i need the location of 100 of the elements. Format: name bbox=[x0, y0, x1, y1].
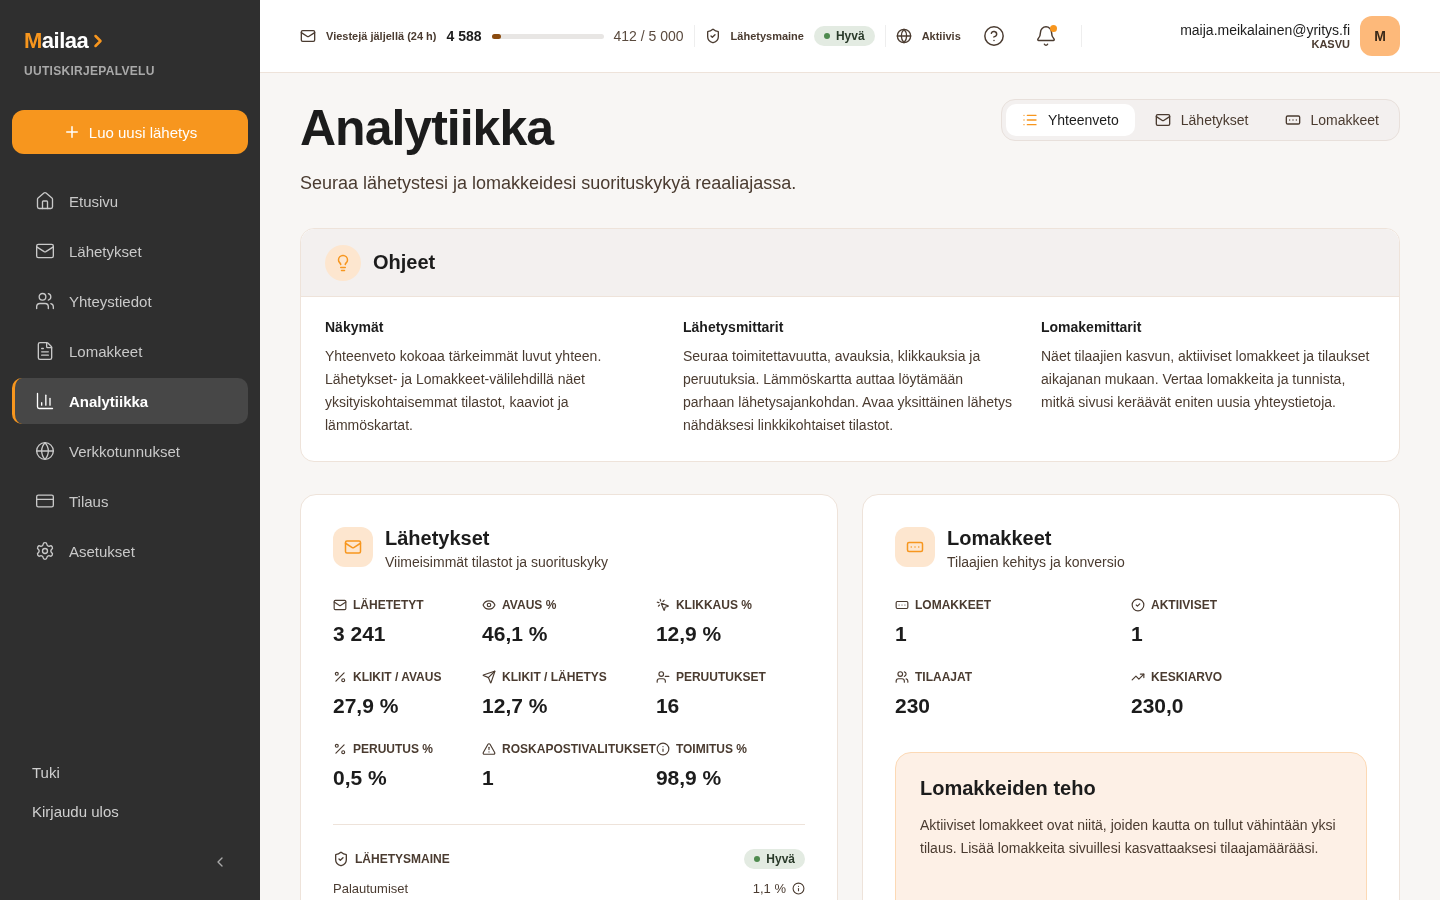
metric-value: 1 bbox=[1131, 622, 1144, 646]
nav-item[interactable]: Tilaus bbox=[12, 478, 248, 524]
metric-label: KLIKIT / LÄHETYS bbox=[482, 670, 656, 684]
guide-heading: Lähetysmittarit bbox=[683, 319, 785, 335]
user-minus-icon bbox=[655, 670, 670, 684]
shield-icon bbox=[704, 28, 721, 44]
quota-usage: 412 / 5 000 bbox=[613, 28, 684, 44]
metric-value: 46,1 % bbox=[482, 622, 549, 646]
guide-title: Ohjeet bbox=[373, 251, 436, 274]
mail-icon bbox=[35, 241, 55, 261]
page-subtitle: Seuraa lähetystesi ja lomakkeidesi suorituskykyä reaaliajassa. bbox=[300, 173, 797, 194]
nav-item[interactable]: Verkkotunnukset bbox=[12, 428, 248, 474]
metric-value: 12,9 % bbox=[655, 622, 723, 646]
footer-link[interactable]: Tuki bbox=[32, 764, 228, 781]
metric-label: PERUUTUS % bbox=[333, 742, 483, 756]
status-badge: Hyvä bbox=[813, 26, 875, 46]
nav-item[interactable]: Analytiikka bbox=[12, 378, 248, 424]
metric-value: 12,7 % bbox=[482, 694, 549, 718]
metric-label: PERUUTUKSET bbox=[655, 670, 805, 684]
send-icon bbox=[482, 670, 497, 684]
info-icon[interactable] bbox=[792, 882, 805, 895]
globe-icon bbox=[35, 441, 55, 461]
metric-label: KLIKKAUS % bbox=[655, 598, 805, 612]
footer-link[interactable]: Kirjaudu ulos bbox=[32, 803, 228, 820]
metric-value: 1 bbox=[895, 622, 908, 646]
check-circle-icon bbox=[1131, 598, 1145, 612]
page-title: Analytiikka bbox=[300, 99, 555, 157]
globe-icon bbox=[895, 28, 912, 44]
guide-heading: Näkymät bbox=[325, 319, 385, 335]
metric-label: TOIMITUS % bbox=[655, 742, 805, 756]
percent-icon bbox=[333, 670, 347, 684]
tab[interactable]: Yhteenveto bbox=[1005, 104, 1135, 136]
card-subtitle: Viimeisimmät tilastot ja suorituskyky bbox=[385, 554, 609, 570]
users-icon bbox=[895, 670, 909, 684]
reputation-label: Lähetysmaine bbox=[730, 30, 804, 42]
metric-value: 3 241 bbox=[333, 622, 387, 646]
tab[interactable]: Lomakkeet bbox=[1268, 104, 1395, 136]
form-icon bbox=[895, 598, 909, 612]
guide-heading: Lomakemittarit bbox=[1041, 319, 1143, 335]
card-title: Lähetykset bbox=[385, 527, 491, 550]
metric-label: LOMAKKEET bbox=[895, 598, 1131, 612]
form-icon bbox=[1284, 112, 1301, 128]
metric-value: 98,9 % bbox=[655, 766, 723, 790]
shield-icon bbox=[333, 851, 349, 867]
tip-text: Aktiiviset lomakkeet ovat niitä, joiden kautta on tullut vähintään yksi tilaus. Lisää lomakkeita sivuillesi kasvattaaksesi tilaajamäärääsi. bbox=[920, 816, 1337, 858]
quota-remaining: 4 588 bbox=[446, 28, 482, 44]
help-icon[interactable] bbox=[982, 25, 1005, 47]
nav-item[interactable]: Asetukset bbox=[12, 528, 248, 574]
tab[interactable]: Lähetykset bbox=[1138, 104, 1265, 136]
mail-icon bbox=[333, 527, 373, 567]
guide-text: Yhteenveto kokoaa tärkeimmät luvut yhteen. Lähetykset- ja Lomakkeet-välilehdillä näet yksityiskohtaisemmat tilastot, kaaviot ja lämmöskartat. bbox=[325, 347, 603, 435]
metric-value: 27,9 % bbox=[333, 694, 400, 718]
metric-value: 230 bbox=[895, 694, 932, 718]
document-icon bbox=[35, 341, 55, 361]
tip-title: Lomakkeiden teho bbox=[920, 777, 1097, 800]
metric-label: KLIKIT / AVAUS bbox=[333, 670, 483, 684]
bar-chart-icon bbox=[35, 391, 55, 411]
stat-value: 1,1 % bbox=[752, 881, 786, 896]
metric-label: LÄHETETYT bbox=[333, 598, 483, 612]
metric-label: TILAAJAT bbox=[895, 670, 1131, 684]
info-icon bbox=[655, 742, 670, 756]
status-label: Aktiivis bbox=[921, 30, 961, 42]
guide-text: Näet tilaajien kasvun, aktiiviset lomakkeet ja tilaukset aikajanan mukaan. Vertaa lomakkeita ja tunnista, mitkä sivusi keräävät eniten uusia yhteystietoja. bbox=[1041, 347, 1371, 412]
card-subtitle: Tilaajien kehitys ja konversio bbox=[947, 554, 1125, 570]
form-icon bbox=[895, 527, 935, 567]
bell-icon[interactable] bbox=[1034, 25, 1057, 47]
settings-icon bbox=[35, 541, 55, 561]
mail-icon bbox=[300, 28, 316, 44]
card-title: Lomakkeet bbox=[947, 527, 1053, 550]
metric-label: KESKIARVO bbox=[1131, 670, 1367, 684]
tagline: UUTISKIRJEPALVELU bbox=[24, 64, 156, 78]
user-email: maija.meikalainen@yritys.fi bbox=[1180, 22, 1350, 38]
guide-text: Seuraa toimitettavuutta, avauksia, klikkauksia ja peruutuksia. Lämmöskartta auttaa löytämään parhaan lähetysajankohdan. Avaa yksittäinen lähetys nähdäksesi linkkikohtaiset tilastot. bbox=[683, 347, 1013, 435]
metric-value: 16 bbox=[655, 694, 681, 718]
percent-icon bbox=[333, 742, 347, 756]
metric-value: 230,0 bbox=[1131, 694, 1185, 718]
eye-icon bbox=[482, 598, 497, 612]
users-icon bbox=[35, 291, 55, 311]
metric-label: AVAUS % bbox=[482, 598, 656, 612]
nav-item[interactable]: Lomakkeet bbox=[12, 328, 248, 374]
mail-icon bbox=[333, 598, 347, 612]
avatar[interactable]: M bbox=[1360, 16, 1400, 56]
cursor-click-icon bbox=[655, 598, 670, 612]
home-icon bbox=[35, 191, 55, 211]
warning-icon bbox=[482, 742, 497, 756]
nav-item[interactable]: Yhteystiedot bbox=[12, 278, 248, 324]
metric-value: 1 bbox=[482, 766, 495, 790]
logo[interactable]: Mailaa bbox=[24, 28, 236, 54]
nav-item[interactable]: Etusivu bbox=[12, 178, 248, 224]
reputation-label: LÄHETYSMAINE bbox=[333, 851, 450, 867]
list-icon bbox=[1021, 112, 1038, 128]
metric-value: 0,5 % bbox=[333, 766, 388, 790]
lightbulb-icon bbox=[325, 244, 361, 281]
status-badge: Hyvä bbox=[744, 849, 805, 869]
metric-label: AKTIIVISET bbox=[1131, 598, 1367, 612]
stat-label: Palautumiset bbox=[333, 881, 409, 896]
nav-item[interactable]: Lähetykset bbox=[12, 228, 248, 274]
mail-icon bbox=[1154, 112, 1171, 128]
quota-label: Viestejä jäljellä (24 h) bbox=[326, 30, 437, 42]
plan-label: KASVU bbox=[1311, 38, 1350, 50]
